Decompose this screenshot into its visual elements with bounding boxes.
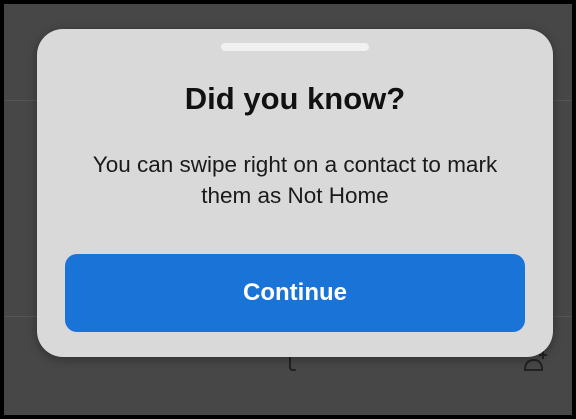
- tip-dialog: Did you know? You can swipe right on a c…: [37, 29, 553, 357]
- dialog-title: Did you know?: [184, 81, 406, 116]
- pin-icon: [289, 356, 296, 371]
- dialog-message: You can swipe right on a contact to mark…: [92, 152, 498, 208]
- sheet-grabber[interactable]: [221, 43, 369, 51]
- app-screen: Did you know? You can swipe right on a c…: [4, 4, 572, 415]
- continue-button[interactable]: Continue: [65, 254, 525, 332]
